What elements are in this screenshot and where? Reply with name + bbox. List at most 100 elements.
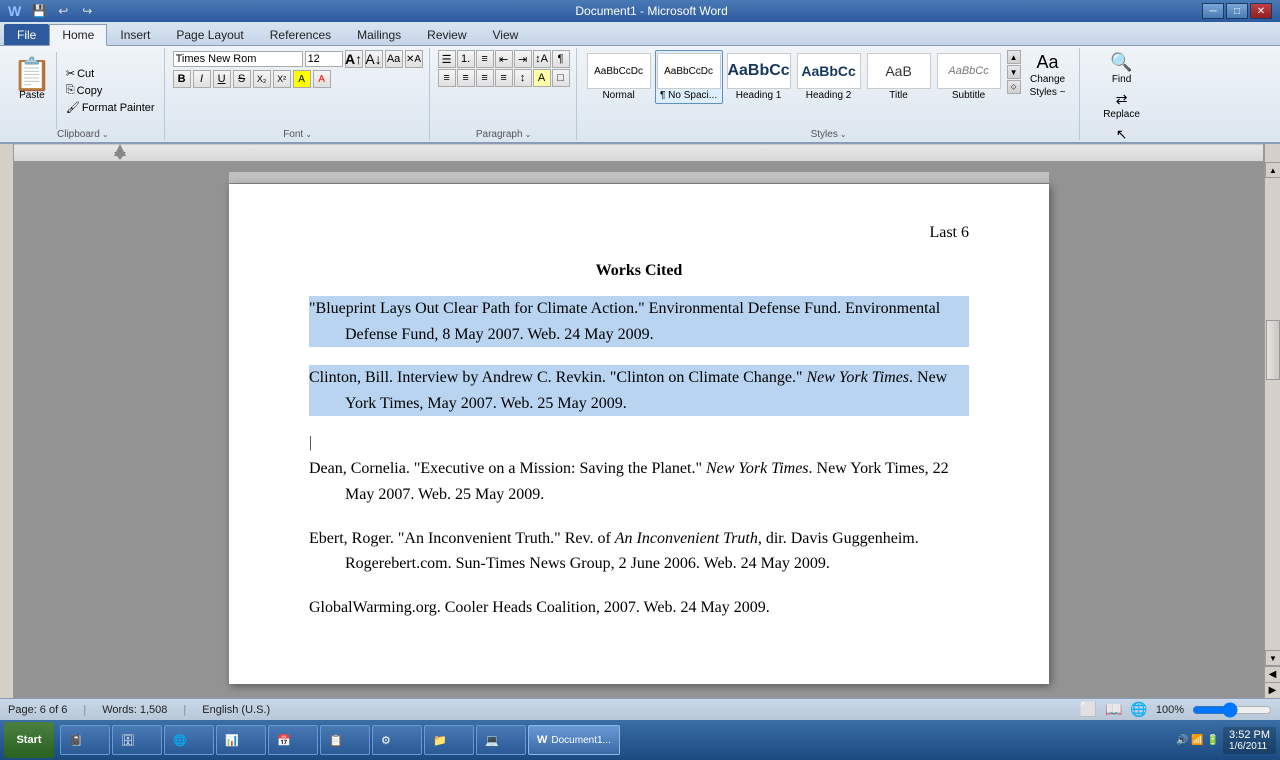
- taskbar-app-word[interactable]: W Document1...: [528, 725, 620, 755]
- tab-file[interactable]: File: [4, 24, 49, 45]
- format-painter-button[interactable]: 🖌 Format Painter: [63, 100, 158, 115]
- change-case-button[interactable]: Aa: [385, 50, 403, 68]
- style-subtitle[interactable]: AaBbCc Subtitle: [935, 50, 1003, 104]
- justify-button[interactable]: ≡: [495, 69, 513, 87]
- copy-button[interactable]: ⎘ Copy: [63, 83, 158, 98]
- start-button[interactable]: Start: [4, 722, 54, 758]
- paste-button[interactable]: 📋 Paste: [8, 52, 57, 129]
- shrink-font-button[interactable]: A↓: [365, 50, 383, 68]
- clear-format-button[interactable]: ✕A: [405, 50, 423, 68]
- ribbon-tabs: File Home Insert Page Layout References …: [0, 22, 1280, 46]
- tab-insert[interactable]: Insert: [107, 24, 163, 45]
- window-title: Document1 - Microsoft Word: [101, 4, 1202, 18]
- styles-scroll-down[interactable]: ▼: [1007, 65, 1021, 79]
- align-center-button[interactable]: ≡: [457, 69, 475, 87]
- taskbar-app-clipboard2[interactable]: 📋: [320, 725, 370, 755]
- styles-scroll-up[interactable]: ▲: [1007, 50, 1021, 64]
- styles-expand-icon[interactable]: ⌄: [840, 130, 847, 139]
- style-no-spacing[interactable]: AaBbCcDc ¶ No Spaci...: [655, 50, 723, 104]
- tab-references[interactable]: References: [257, 24, 344, 45]
- style-title[interactable]: AaB Title: [865, 50, 933, 104]
- subscript-button[interactable]: X₂: [253, 70, 271, 88]
- tab-page-layout[interactable]: Page Layout: [163, 24, 256, 45]
- font-format-row: B I U S X₂ X² A A: [173, 70, 331, 88]
- styles-more[interactable]: ⬦: [1007, 80, 1021, 94]
- taskbar-app-settings[interactable]: 🗄: [112, 725, 162, 755]
- system-clock: 3:52 PM 1/6/2011: [1223, 727, 1276, 754]
- shading-button[interactable]: A: [533, 69, 551, 87]
- tab-view[interactable]: View: [480, 24, 532, 45]
- taskbar-app-calculator[interactable]: 💻: [476, 725, 526, 755]
- taskbar-app-onenote[interactable]: 📓: [60, 725, 110, 755]
- taskbar-app-folder[interactable]: 📁: [424, 725, 474, 755]
- style-title-label: Title: [889, 90, 908, 101]
- close-button[interactable]: ✕: [1250, 3, 1272, 19]
- style-heading1[interactable]: AaBbCc Heading 1: [725, 50, 793, 104]
- view-reading-icon[interactable]: 📖: [1105, 701, 1122, 718]
- title-bar-left: W 💾 ↩ ↪: [8, 3, 101, 19]
- minimize-button[interactable]: ─: [1202, 3, 1224, 19]
- find-button[interactable]: 🔍 Find: [1104, 50, 1138, 87]
- strikethrough-button[interactable]: S: [233, 70, 251, 88]
- replace-button[interactable]: ⇄ Replace: [1097, 89, 1146, 122]
- change-styles-button[interactable]: Aa Change Styles ~: [1023, 50, 1073, 101]
- cut-button[interactable]: ✂ Cut: [63, 66, 158, 81]
- undo-quick-btn[interactable]: ↩: [53, 3, 73, 19]
- line-spacing-button[interactable]: ↕: [514, 69, 532, 87]
- page-status: Page: 6 of 6: [8, 704, 67, 716]
- tab-review[interactable]: Review: [414, 24, 479, 45]
- italic-button[interactable]: I: [193, 70, 211, 88]
- sort-button[interactable]: ↕A: [533, 50, 551, 68]
- border-button[interactable]: □: [552, 69, 570, 87]
- bold-button[interactable]: B: [173, 70, 191, 88]
- save-quick-btn[interactable]: 💾: [29, 3, 49, 19]
- works-cited-title: Works Cited: [309, 262, 969, 280]
- scroll-area[interactable]: Last 6 Works Cited "Blueprint Lays Out C…: [14, 162, 1264, 698]
- right-scrollbar[interactable]: ▲ ▼ ◀ ▶: [1264, 162, 1280, 698]
- underline-button[interactable]: U: [213, 70, 231, 88]
- status-right: ⬜ 📖 🌐 100%: [1080, 701, 1272, 718]
- superscript-button[interactable]: X²: [273, 70, 291, 88]
- scrollbar-thumb[interactable]: [1266, 320, 1280, 380]
- decrease-indent-button[interactable]: ⇤: [495, 50, 513, 68]
- font-expand-icon[interactable]: ⌄: [305, 130, 312, 139]
- font-name-input[interactable]: [173, 51, 303, 67]
- highlight-button[interactable]: A: [293, 70, 311, 88]
- tab-home[interactable]: Home: [49, 24, 107, 46]
- align-right-button[interactable]: ≡: [476, 69, 494, 87]
- zoom-slider[interactable]: [1192, 702, 1272, 718]
- style-heading2[interactable]: AaBbCc Heading 2: [795, 50, 863, 104]
- redo-quick-btn[interactable]: ↪: [77, 3, 97, 19]
- view-web-icon[interactable]: 🌐: [1130, 701, 1147, 718]
- document-page: Last 6 Works Cited "Blueprint Lays Out C…: [229, 184, 1049, 684]
- view-normal-icon[interactable]: ⬜: [1080, 701, 1097, 718]
- style-no-spacing-preview: AaBbCcDc: [657, 53, 721, 89]
- clipboard-expand-icon[interactable]: ⌄: [102, 130, 109, 139]
- styles-group: AaBbCcDc Normal AaBbCcDc ¶ No Spaci... A…: [579, 48, 1080, 140]
- font-size-input[interactable]: [305, 51, 343, 67]
- show-paragraph-button[interactable]: ¶: [552, 50, 570, 68]
- scroll-next-page[interactable]: ▶: [1265, 682, 1280, 698]
- bullets-button[interactable]: ☰: [438, 50, 456, 68]
- numbering-button[interactable]: 1.: [457, 50, 475, 68]
- scroll-up-arrow[interactable]: ▲: [1265, 162, 1280, 178]
- taskbar-app-vb[interactable]: 📊: [216, 725, 266, 755]
- scroll-prev-page[interactable]: ◀: [1265, 666, 1280, 682]
- increase-indent-button[interactable]: ⇥: [514, 50, 532, 68]
- works-cited-entries: "Blueprint Lays Out Clear Path for Clima…: [309, 296, 969, 620]
- multilevel-list-button[interactable]: ≡: [476, 50, 494, 68]
- taskbar-app-calendar[interactable]: 📅: [268, 725, 318, 755]
- scrollbar-track[interactable]: [1265, 178, 1280, 650]
- scroll-down-arrow[interactable]: ▼: [1265, 650, 1280, 666]
- taskbar-app-browser[interactable]: 🌐: [164, 725, 214, 755]
- taskbar-app-gear[interactable]: ⚙: [372, 725, 422, 755]
- style-normal[interactable]: AaBbCcDc Normal: [585, 50, 653, 104]
- title-bar: W 💾 ↩ ↪ Document1 - Microsoft Word ─ □ ✕: [0, 0, 1280, 22]
- grow-font-button[interactable]: A↑: [345, 50, 363, 68]
- restore-button[interactable]: □: [1226, 3, 1248, 19]
- font-color-button[interactable]: A: [313, 70, 331, 88]
- align-left-button[interactable]: ≡: [438, 69, 456, 87]
- paragraph-expand-icon[interactable]: ⌄: [525, 130, 532, 139]
- editing-group: 🔍 Find ⇄ Replace ↖ Select Editing: [1082, 48, 1162, 140]
- tab-mailings[interactable]: Mailings: [344, 24, 414, 45]
